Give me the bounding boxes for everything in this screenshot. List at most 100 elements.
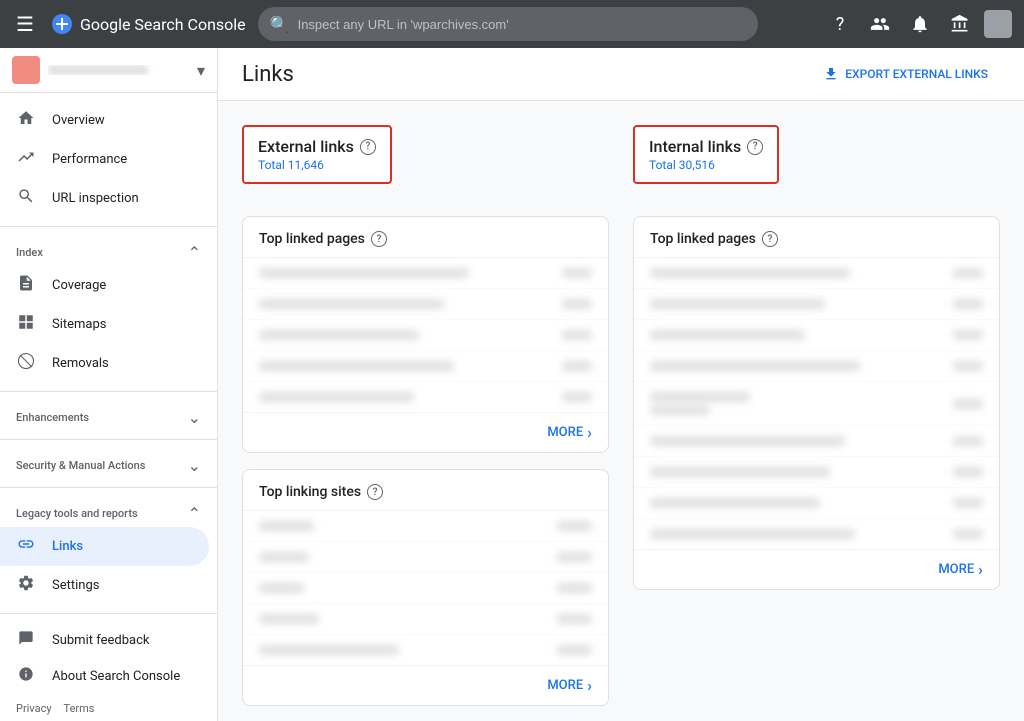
sidebar-item-links[interactable]: Links xyxy=(0,527,209,566)
property-icon xyxy=(12,56,40,84)
home-icon xyxy=(16,109,36,132)
table-row xyxy=(634,519,999,549)
internal-top-linked-help-icon[interactable]: ? xyxy=(762,231,778,247)
table-row xyxy=(243,382,608,412)
internal-top-linked-more-button[interactable]: MORE › xyxy=(634,549,999,589)
sidebar-item-sitemaps[interactable]: Sitemaps xyxy=(0,305,209,344)
avatar[interactable] xyxy=(984,10,1012,38)
external-links-heading: External links xyxy=(258,137,354,156)
internal-links-header: Internal links ? Total 30,516 xyxy=(633,125,779,184)
table-row xyxy=(634,382,999,426)
apps-button[interactable] xyxy=(944,8,976,40)
internal-links-help-icon[interactable]: ? xyxy=(747,139,763,155)
legacy-label: Legacy tools and reports xyxy=(16,507,138,520)
internal-links-column: Internal links ? Total 30,516 Top linked… xyxy=(633,125,1000,721)
more-label-3: MORE xyxy=(938,562,974,577)
settings-label: Settings xyxy=(52,578,99,593)
property-selector[interactable]: ▾ xyxy=(0,48,217,93)
index-section-label: Index xyxy=(16,246,43,259)
help-icon: ? xyxy=(836,14,845,35)
info-icon xyxy=(16,666,36,686)
external-top-linking-more-button[interactable]: MORE › xyxy=(243,665,608,705)
external-top-linking-label: Top linking sites xyxy=(259,484,361,500)
search-input[interactable] xyxy=(298,17,746,32)
external-top-linked-body xyxy=(243,258,608,412)
performance-label: Performance xyxy=(52,152,127,167)
notifications-button[interactable] xyxy=(904,8,936,40)
export-button[interactable]: EXPORT EXTERNAL LINKS xyxy=(811,60,1000,88)
about-console-label: About Search Console xyxy=(52,669,180,684)
external-links-help-icon[interactable]: ? xyxy=(360,139,376,155)
submit-feedback-button[interactable]: Submit feedback xyxy=(0,622,217,658)
more-label-1: MORE xyxy=(547,425,583,440)
url-inspection-label: URL inspection xyxy=(52,191,139,206)
table-row xyxy=(243,635,608,665)
index-section[interactable]: Index ⌃ xyxy=(0,235,217,266)
divider-3 xyxy=(0,439,217,440)
legacy-section[interactable]: Legacy tools and reports ⌃ xyxy=(0,496,217,527)
apps-icon xyxy=(950,14,970,34)
search-bar[interactable]: 🔍 xyxy=(258,7,758,41)
top-linked-help-icon[interactable]: ? xyxy=(371,231,387,247)
table-row xyxy=(634,351,999,382)
removals-icon xyxy=(16,352,36,375)
privacy-link[interactable]: Privacy xyxy=(16,702,52,715)
sidebar-item-performance[interactable]: Performance xyxy=(0,140,209,179)
links-label: Links xyxy=(52,539,83,554)
property-text xyxy=(48,65,189,75)
logo-text: Google Search Console xyxy=(80,15,246,34)
url-inspection-icon xyxy=(16,187,36,210)
external-top-linking-body xyxy=(243,511,608,665)
table-row xyxy=(243,573,608,604)
sidebar-item-removals[interactable]: Removals xyxy=(0,344,209,383)
sidebar-item-url-inspection[interactable]: URL inspection xyxy=(0,179,209,218)
main-header: Links EXPORT EXTERNAL LINKS xyxy=(218,48,1024,101)
overview-label: Overview xyxy=(52,113,105,128)
table-row xyxy=(634,426,999,457)
app-logo: Google Search Console xyxy=(50,12,246,36)
divider-1 xyxy=(0,226,217,227)
sidebar-item-coverage[interactable]: Coverage xyxy=(0,266,209,305)
external-links-title: External links ? xyxy=(258,137,376,156)
layout: ▾ Overview Performance URL inspection xyxy=(0,48,1024,721)
submit-feedback-label: Submit feedback xyxy=(52,633,149,648)
security-section[interactable]: Security & Manual Actions ⌄ xyxy=(0,448,217,479)
links-content: External links ? Total 11,646 Top linked… xyxy=(218,101,1024,721)
settings-icon xyxy=(16,574,36,597)
table-row xyxy=(634,320,999,351)
more-arrow-icon-2: › xyxy=(587,676,592,695)
divider-4 xyxy=(0,487,217,488)
coverage-icon xyxy=(16,274,36,297)
search-icon: 🔍 xyxy=(270,15,290,34)
help-button[interactable]: ? xyxy=(824,8,856,40)
sidebar: ▾ Overview Performance URL inspection xyxy=(0,48,218,721)
external-links-column: External links ? Total 11,646 Top linked… xyxy=(242,125,609,721)
table-row xyxy=(243,511,608,542)
enhancements-label: Enhancements xyxy=(16,411,89,424)
topbar-actions: ? xyxy=(824,8,1012,40)
removals-label: Removals xyxy=(52,356,109,371)
internal-top-linked-pages-card: Top linked pages ? xyxy=(633,216,1000,590)
table-row xyxy=(243,351,608,382)
internal-top-linked-body xyxy=(634,258,999,549)
performance-icon xyxy=(16,148,36,171)
sidebar-item-overview[interactable]: Overview xyxy=(0,101,209,140)
sidebar-item-settings[interactable]: Settings xyxy=(0,566,209,605)
table-row xyxy=(243,289,608,320)
enhancements-section[interactable]: Enhancements ⌄ xyxy=(0,400,217,431)
external-top-linked-more-button[interactable]: MORE › xyxy=(243,412,608,452)
more-arrow-icon-3: › xyxy=(978,560,983,579)
legacy-chevron-icon: ⌃ xyxy=(188,504,201,523)
menu-icon[interactable]: ☰ xyxy=(12,8,38,40)
external-top-linked-pages-card: Top linked pages ? xyxy=(242,216,609,453)
external-links-total: Total 11,646 xyxy=(258,158,376,172)
people-button[interactable] xyxy=(864,8,896,40)
internal-links-title: Internal links ? xyxy=(649,137,763,156)
export-icon xyxy=(823,66,839,82)
table-row xyxy=(243,258,608,289)
page-title: Links xyxy=(242,62,294,87)
top-linking-help-icon[interactable]: ? xyxy=(367,484,383,500)
about-console-button[interactable]: About Search Console xyxy=(0,658,217,694)
terms-link[interactable]: Terms xyxy=(64,702,95,715)
bell-icon xyxy=(910,14,930,34)
